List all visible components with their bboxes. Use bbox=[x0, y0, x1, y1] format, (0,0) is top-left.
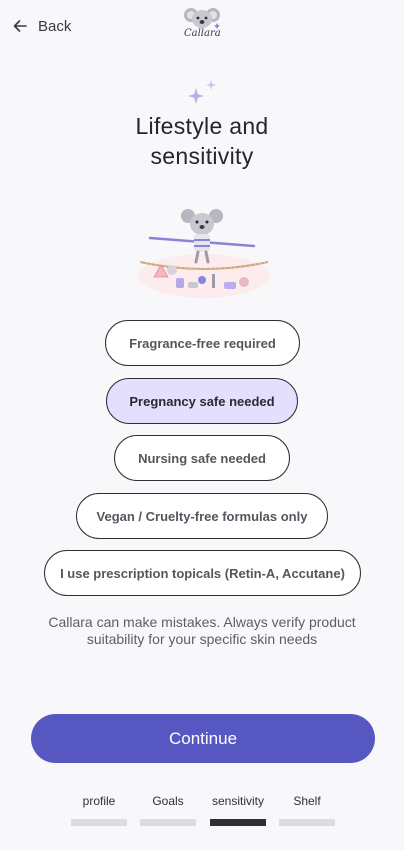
step-label-goals: Goals bbox=[152, 794, 184, 808]
back-label: Back bbox=[38, 17, 72, 35]
sparkle-icon bbox=[188, 80, 216, 104]
koala-tightrope-illustration bbox=[138, 209, 270, 298]
page-title-line1: Lifestyle and bbox=[135, 113, 269, 139]
step-bar-goals bbox=[140, 819, 196, 826]
step-label-sensitivity: sensitivity bbox=[211, 794, 264, 808]
option-nursing-safe[interactable]: Nursing safe needed bbox=[114, 435, 290, 481]
back-button[interactable]: Back bbox=[12, 14, 71, 38]
option-vegan-cruelty-free[interactable]: Vegan / Cruelty-free formulas only bbox=[76, 493, 328, 539]
step-label-profile: profile bbox=[82, 794, 116, 808]
continue-button[interactable]: Continue bbox=[31, 714, 375, 763]
header: Back Callara bbox=[0, 0, 404, 56]
step-bar-shelf bbox=[279, 819, 335, 826]
logo-text: Callara bbox=[184, 28, 221, 39]
step-label-shelf: Shelf bbox=[293, 794, 321, 808]
page-title-line2: sensitivity bbox=[150, 143, 254, 169]
disclaimer-text: Callara can make mistakes. Always verify… bbox=[48, 614, 356, 647]
arrow-left-icon bbox=[13, 20, 27, 32]
step-bar-sensitivity bbox=[210, 819, 266, 826]
step-bar-profile bbox=[71, 819, 127, 826]
option-prescription-topicals[interactable]: I use prescription topicals (Retin-A, Ac… bbox=[44, 550, 361, 596]
option-fragrance-free[interactable]: Fragrance-free required bbox=[105, 320, 300, 366]
option-pregnancy-safe[interactable]: Pregnancy safe needed bbox=[106, 378, 298, 424]
page-title: Lifestyle and sensitivity bbox=[0, 111, 404, 171]
